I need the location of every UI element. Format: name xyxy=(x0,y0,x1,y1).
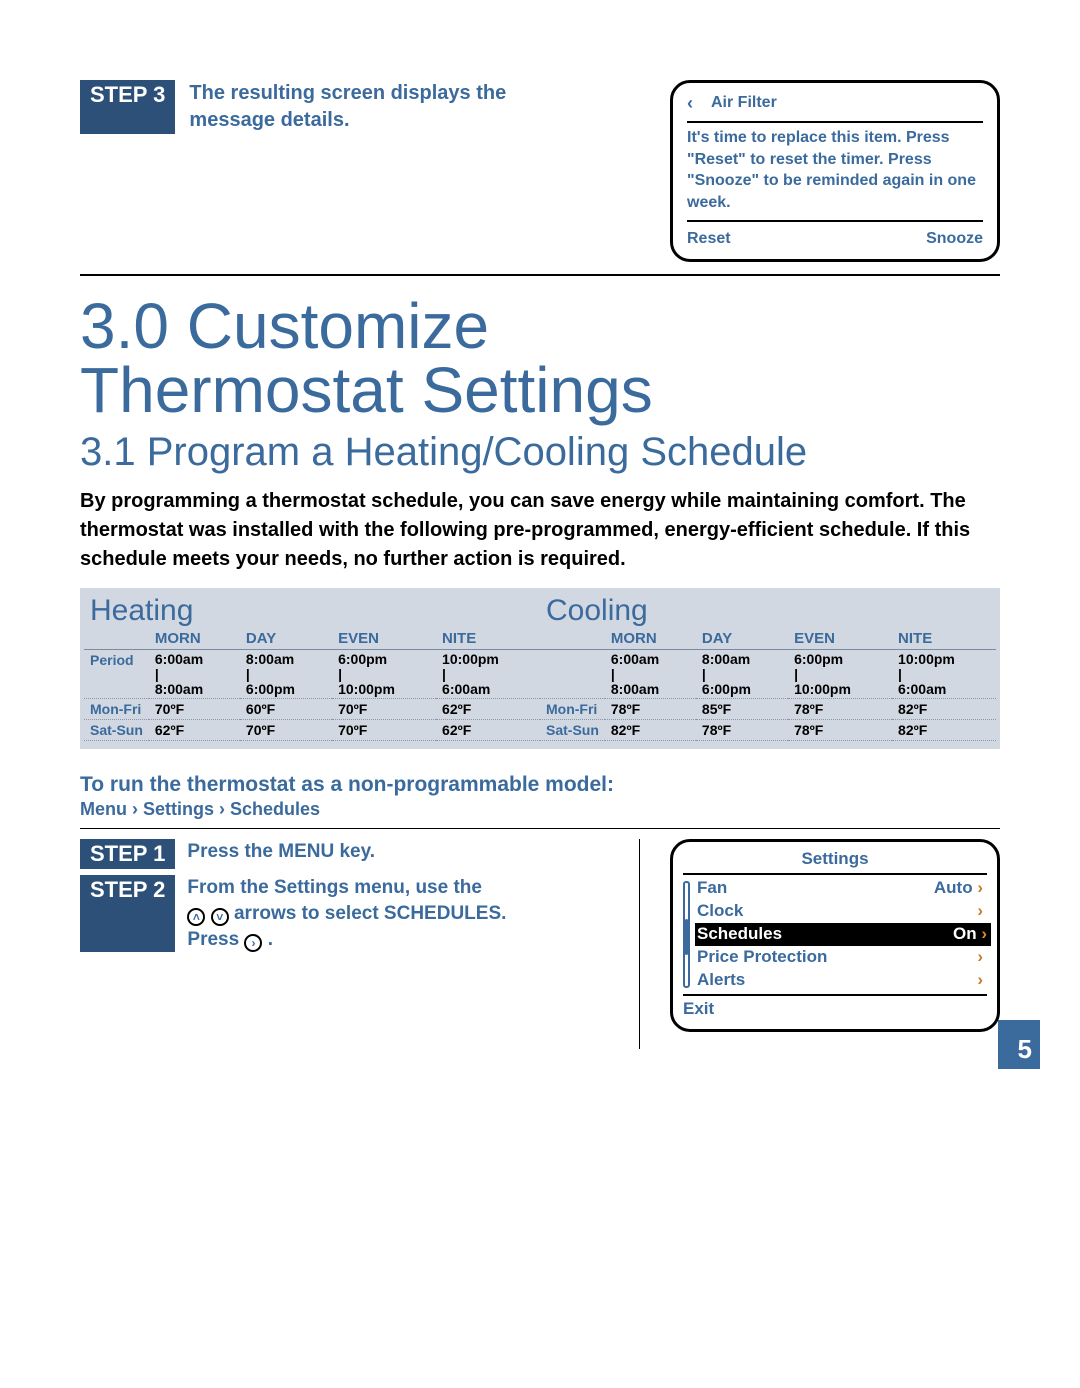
col-nite: NITE xyxy=(436,628,540,650)
settings-row-schedules[interactable]: Schedules On › xyxy=(695,923,991,946)
step1-text: Press the MENU key. xyxy=(187,839,375,869)
cooling-table: . MORN DAY EVEN NITE 6:00am | 8:00am 8:0… xyxy=(540,628,996,741)
air-filter-titlebar: ‹ Air Filter xyxy=(687,91,983,123)
settings-scroll-thumb[interactable] xyxy=(685,919,688,955)
settings-row-price-protection[interactable]: Price Protection › xyxy=(697,946,987,969)
manual-page: STEP 3 The resulting screen displays the… xyxy=(0,0,1080,1089)
step1-badge: STEP 1 xyxy=(80,839,175,869)
reset-button[interactable]: Reset xyxy=(687,228,731,250)
chapter-line2: Thermostat Settings xyxy=(80,354,653,426)
top-row: STEP 3 The resulting screen displays the… xyxy=(80,80,1000,262)
table-row: Sat-Sun 62ºF 70ºF 70ºF 62ºF xyxy=(84,720,540,741)
right-arrow-icon: › xyxy=(244,934,262,952)
table-row: Mon-Fri 70ºF 60ºF 70ºF 62ºF xyxy=(84,699,540,720)
table-row: Sat-Sun 82ºF 78ºF 78ºF 82ºF xyxy=(540,720,996,741)
step3-text: The resulting screen displays the messag… xyxy=(189,80,540,134)
settings-panel: Settings Fan Auto › Clock › Schedules On… xyxy=(670,839,1000,1032)
section-heading: 3.1 Program a Heating/Cooling Schedule xyxy=(80,430,1000,475)
intro-paragraph: By programming a thermostat schedule, yo… xyxy=(80,487,1000,574)
settings-row-clock[interactable]: Clock › xyxy=(697,900,987,923)
air-filter-message: It's time to replace this item. Press "R… xyxy=(687,127,983,221)
table-row: Mon-Fri 78ºF 85ºF 78ºF 82ºF xyxy=(540,699,996,720)
table-row: Period 6:00am | 8:00am 8:00am | 6:00pm 6… xyxy=(84,650,540,699)
step1-block: STEP 1 Press the MENU key. xyxy=(80,839,619,869)
air-filter-panel: ‹ Air Filter It's time to replace this i… xyxy=(670,80,1000,262)
table-row: 6:00am | 8:00am 8:00am | 6:00pm 6:00pm |… xyxy=(540,650,996,699)
down-arrow-icon: ˅ xyxy=(211,908,229,926)
snooze-button[interactable]: Snooze xyxy=(926,228,983,250)
step3-badge: STEP 3 xyxy=(80,80,175,134)
col-morn: MORN xyxy=(605,628,696,650)
thin-divider xyxy=(80,828,1000,829)
step2-text: From the Settings menu, use the ˄ ˅ arro… xyxy=(187,875,506,952)
chapter-heading: 3.0 Customize Thermostat Settings xyxy=(80,294,1000,422)
col-even: EVEN xyxy=(788,628,892,650)
page-number: 5 xyxy=(998,1020,1040,1069)
col-even: EVEN xyxy=(332,628,436,650)
chapter-line1: 3.0 Customize xyxy=(80,290,489,362)
bottom-row: STEP 1 Press the MENU key. STEP 2 From t… xyxy=(80,839,1000,1049)
col-day: DAY xyxy=(696,628,788,650)
step2-badge: STEP 2 xyxy=(80,875,175,952)
heating-table: . MORN DAY EVEN NITE Period 6:00am | 8:0… xyxy=(84,628,540,741)
col-nite: NITE xyxy=(892,628,996,650)
step2-block: STEP 2 From the Settings menu, use the ˄… xyxy=(80,875,619,952)
nonprogrammable-path: Menu › Settings › Schedules xyxy=(80,799,1000,820)
settings-exit[interactable]: Exit xyxy=(683,994,987,1021)
settings-row-alerts[interactable]: Alerts › xyxy=(697,969,987,992)
cooling-title: Cooling xyxy=(540,592,996,628)
step3-block: STEP 3 The resulting screen displays the… xyxy=(80,80,540,134)
settings-title: Settings xyxy=(683,848,987,875)
middle-divider xyxy=(639,839,640,1049)
heating-title: Heating xyxy=(84,592,540,628)
settings-row-fan[interactable]: Fan Auto › xyxy=(697,877,987,900)
back-icon[interactable]: ‹ xyxy=(687,91,693,115)
schedule-table: Heating Cooling . MORN DAY EVEN NITE P xyxy=(80,588,1000,749)
up-arrow-icon: ˄ xyxy=(187,908,205,926)
air-filter-title: Air Filter xyxy=(711,92,777,114)
section-divider xyxy=(80,274,1000,276)
col-day: DAY xyxy=(240,628,332,650)
steps-column: STEP 1 Press the MENU key. STEP 2 From t… xyxy=(80,839,619,958)
nonprogrammable-heading: To run the thermostat as a non-programma… xyxy=(80,773,1000,797)
col-morn: MORN xyxy=(149,628,240,650)
settings-scrollbar[interactable] xyxy=(683,881,690,988)
